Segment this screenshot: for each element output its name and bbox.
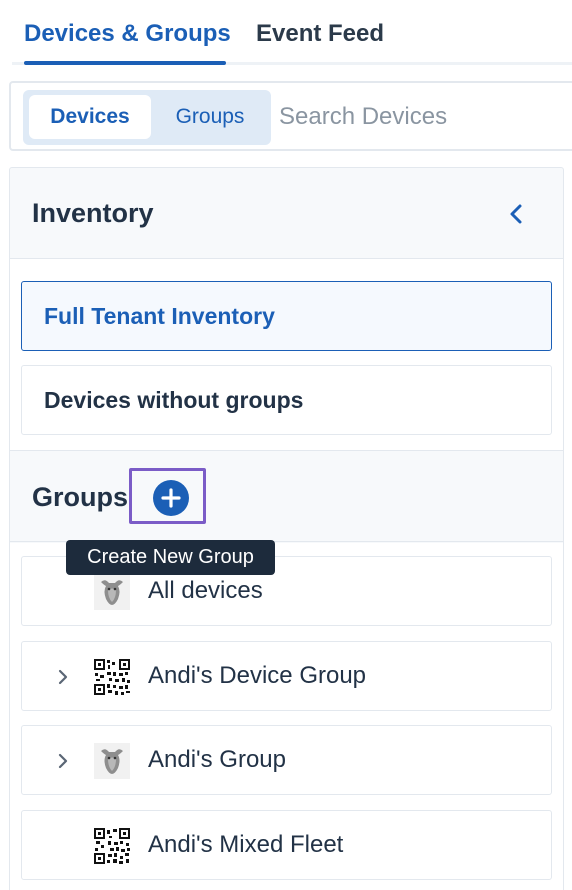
qr-code-icon — [94, 659, 130, 695]
group-label: Andi's Mixed Fleet — [148, 831, 344, 858]
group-label: All devices — [148, 577, 263, 604]
active-tab-indicator — [24, 61, 226, 65]
tab-event-feed[interactable]: Event Feed — [256, 20, 384, 48]
inventory-title: Inventory — [32, 198, 154, 228]
goat-avatar-icon — [94, 574, 130, 610]
goat-avatar-icon — [94, 743, 130, 779]
top-tabs: Devices & Groups Event Feed — [0, 0, 572, 66]
plus-circle-icon — [161, 488, 181, 508]
chevron-right-icon[interactable] — [56, 750, 70, 772]
tab-devices-groups[interactable]: Devices & Groups — [24, 20, 231, 48]
search-input[interactable] — [279, 93, 572, 141]
qr-code-icon — [94, 828, 130, 864]
devices-without-groups-item[interactable]: Devices without groups — [21, 365, 552, 435]
create-group-button[interactable] — [153, 480, 189, 516]
create-group-tooltip: Create New Group — [66, 540, 275, 575]
chevron-left-icon — [510, 204, 522, 224]
scope-groups-button[interactable]: Groups — [155, 95, 265, 139]
group-item-andis-device-group[interactable]: Andi's Device Group — [21, 641, 552, 711]
group-label: Andi's Device Group — [148, 662, 367, 689]
search-scope-toggle: Devices Groups — [23, 90, 271, 145]
group-label: Andi's Group — [148, 746, 286, 773]
group-item-andis-group[interactable]: Andi's Group — [21, 725, 552, 795]
search-bar: Devices Groups — [9, 81, 572, 151]
group-item-andis-mixed-fleet[interactable]: Andi's Mixed Fleet — [21, 810, 552, 880]
full-tenant-inventory-item[interactable]: Full Tenant Inventory — [21, 281, 552, 351]
scope-devices-button[interactable]: Devices — [29, 95, 151, 139]
chevron-right-icon[interactable] — [56, 666, 70, 688]
groups-title: Groups — [32, 482, 129, 512]
collapse-panel-button[interactable] — [503, 199, 529, 229]
